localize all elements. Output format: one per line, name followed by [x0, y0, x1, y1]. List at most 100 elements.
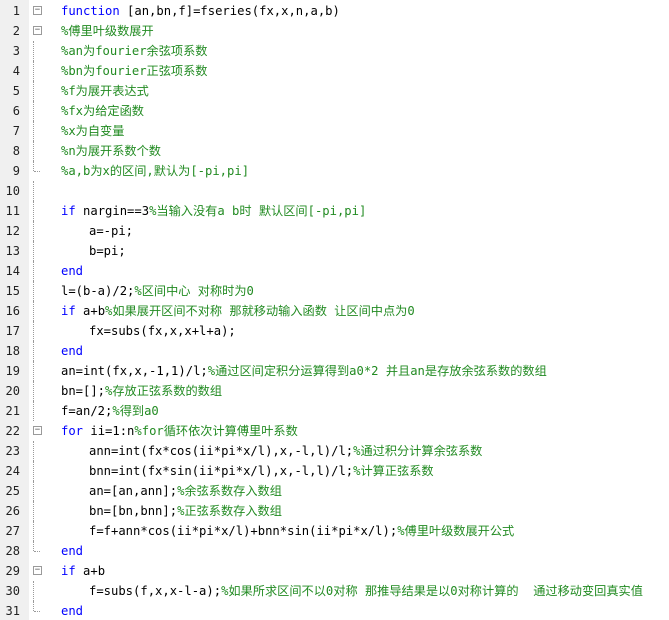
- line-number: 22: [5, 424, 20, 438]
- code-line[interactable]: 28 end: [0, 541, 669, 561]
- code-text[interactable]: l=(b-a)/2;%区间中心 对称时为0: [61, 281, 254, 301]
- code-text[interactable]: bn=[bn,bnn];%正弦系数存入数组: [89, 501, 282, 521]
- code-token: ii=1:n: [83, 424, 135, 438]
- fold-guide-line: [33, 441, 35, 461]
- fold-guide-line: [33, 121, 35, 141]
- code-text[interactable]: %x为自变量: [61, 121, 124, 141]
- fold-guide-line: [33, 501, 35, 521]
- code-line[interactable]: 15 l=(b-a)/2;%区间中心 对称时为0: [0, 281, 669, 301]
- code-line[interactable]: 18 end: [0, 341, 669, 361]
- keyword-token: if: [61, 204, 76, 218]
- keyword-token: end: [61, 264, 84, 278]
- code-line[interactable]: 6 %fx为给定函数: [0, 101, 669, 121]
- fold-end-tick: [34, 611, 40, 613]
- code-text[interactable]: end: [61, 261, 83, 281]
- code-text[interactable]: if nargin==3%当输入没有a b时 默认区间[-pi,pi]: [61, 201, 366, 221]
- code-line[interactable]: 31 end: [0, 601, 669, 620]
- comment-token: %for循环依次计算傅里叶系数: [134, 424, 298, 438]
- fold-collapse-icon[interactable]: −: [33, 566, 42, 575]
- code-line[interactable]: 19 an=int(fx,x,-1,1)/l;%通过区间定积分运算得到a0*2 并…: [0, 361, 669, 381]
- code-line[interactable]: 26 bn=[bn,bnn];%正弦系数存入数组: [0, 501, 669, 521]
- code-text[interactable]: %f为展开表达式: [61, 81, 149, 101]
- code-text[interactable]: a=-pi;: [89, 221, 133, 241]
- code-text[interactable]: %an为fourier余弦项系数: [61, 41, 208, 61]
- line-number: 2: [12, 24, 20, 38]
- fold-guide-line: [33, 361, 35, 381]
- code-line[interactable]: 1 − function [an,bn,f]=fseries(fx,x,n,a,b): [0, 1, 669, 21]
- fold-end-tick: [34, 551, 40, 553]
- code-text[interactable]: end: [61, 541, 83, 561]
- code-text[interactable]: b=pi;: [89, 241, 126, 261]
- code-line[interactable]: 24 bnn=int(fx*sin(ii*pi*x/l),x,-l,l)/l;%计…: [0, 461, 669, 481]
- code-text[interactable]: ann=int(fx*cos(ii*pi*x/l),x,-l,l)/l;%通过积…: [89, 441, 482, 461]
- code-text[interactable]: fx=subs(fx,x,x+l+a);: [89, 321, 236, 341]
- fold-collapse-icon[interactable]: −: [33, 6, 42, 15]
- code-text[interactable]: an=int(fx,x,-1,1)/l;%通过区间定积分运算得到a0*2 并且a…: [61, 361, 547, 381]
- code-text[interactable]: if a+b: [61, 561, 105, 581]
- code-text[interactable]: %n为展开系数个数: [61, 141, 161, 161]
- code-text[interactable]: f=f+ann*cos(ii*pi*x/l)+bnn*sin(ii*pi*x/l…: [89, 521, 514, 541]
- fold-guide-line: [33, 481, 35, 501]
- keyword-token: for: [61, 424, 84, 438]
- code-line[interactable]: 4 %bn为fourier正弦项系数: [0, 61, 669, 81]
- code-text[interactable]: function [an,bn,f]=fseries(fx,x,n,a,b): [61, 1, 340, 21]
- line-number: 30: [5, 584, 20, 598]
- fold-collapse-icon[interactable]: −: [33, 26, 42, 35]
- code-text[interactable]: %傅里叶级数展开: [61, 21, 154, 41]
- code-token: b=pi;: [89, 244, 126, 258]
- code-text[interactable]: for ii=1:n%for循环依次计算傅里叶系数: [61, 421, 298, 441]
- code-text[interactable]: an=[an,ann];%余弦系数存入数组: [89, 481, 282, 501]
- code-editor[interactable]: 1 − function [an,bn,f]=fseries(fx,x,n,a,b)…: [0, 0, 669, 620]
- code-text[interactable]: f=subs(f,x,x-l-a);%如果所求区间不以0对称 那推导结果是以0对…: [89, 581, 643, 601]
- fold-guide-line: [33, 401, 35, 421]
- fold-guide-line: [33, 281, 35, 301]
- code-token: fx=subs(fx,x,x+l+a);: [89, 324, 236, 338]
- code-text[interactable]: end: [61, 341, 83, 361]
- code-line[interactable]: 16 if a+b%如果展开区间不对称 那就移动输入函数 让区间中点为0: [0, 301, 669, 321]
- comment-token: %得到a0: [112, 404, 159, 418]
- code-line[interactable]: 13 b=pi;: [0, 241, 669, 261]
- code-line[interactable]: 23 ann=int(fx*cos(ii*pi*x/l),x,-l,l)/l;%通…: [0, 441, 669, 461]
- code-line[interactable]: 7 %x为自变量: [0, 121, 669, 141]
- code-line[interactable]: 9 %a,b为x的区间,默认为[-pi,pi]: [0, 161, 669, 181]
- comment-token: %余弦系数存入数组: [177, 484, 282, 498]
- code-line[interactable]: 21 f=an/2;%得到a0: [0, 401, 669, 421]
- code-line[interactable]: 29 − if a+b: [0, 561, 669, 581]
- fold-guide-line: [33, 321, 35, 341]
- code-text[interactable]: bn=[];%存放正弦系数的数组: [61, 381, 222, 401]
- comment-token: %通过区间定积分运算得到a0*2 并且an是存放余弦系数的数组: [207, 364, 547, 378]
- code-line[interactable]: 5 %f为展开表达式: [0, 81, 669, 101]
- code-text[interactable]: %fx为给定函数: [61, 101, 144, 121]
- code-line[interactable]: 17 fx=subs(fx,x,x+l+a);: [0, 321, 669, 341]
- line-number: 5: [12, 84, 20, 98]
- code-text[interactable]: %bn为fourier正弦项系数: [61, 61, 208, 81]
- code-line[interactable]: 20 bn=[];%存放正弦系数的数组: [0, 381, 669, 401]
- line-number: 24: [5, 464, 20, 478]
- code-line[interactable]: 14 end: [0, 261, 669, 281]
- code-line[interactable]: 8 %n为展开系数个数: [0, 141, 669, 161]
- line-number: 12: [5, 224, 20, 238]
- line-number: 4: [12, 64, 20, 78]
- code-text[interactable]: bnn=int(fx*sin(ii*pi*x/l),x,-l,l)/l;%计算正…: [89, 461, 434, 481]
- code-line[interactable]: 27 f=f+ann*cos(ii*pi*x/l)+bnn*sin(ii*pi*x…: [0, 521, 669, 541]
- code-line[interactable]: 11 if nargin==3%当输入没有a b时 默认区间[-pi,pi]: [0, 201, 669, 221]
- fold-end-tick: [34, 171, 40, 173]
- fold-collapse-icon[interactable]: −: [33, 426, 42, 435]
- code-line[interactable]: 25 an=[an,ann];%余弦系数存入数组: [0, 481, 669, 501]
- line-number: 27: [5, 524, 20, 538]
- fold-guide-line: [33, 81, 35, 101]
- code-text[interactable]: end: [61, 601, 83, 620]
- line-number: 31: [5, 604, 20, 618]
- code-line[interactable]: 30 f=subs(f,x,x-l-a);%如果所求区间不以0对称 那推导结果是以…: [0, 581, 669, 601]
- code-line[interactable]: 10: [0, 181, 669, 201]
- code-text[interactable]: f=an/2;%得到a0: [61, 401, 159, 421]
- code-line[interactable]: 22 − for ii=1:n%for循环依次计算傅里叶系数: [0, 421, 669, 441]
- comment-token: %计算正弦系数: [353, 464, 434, 478]
- comment-token: %通过积分计算余弦系数: [353, 444, 483, 458]
- code-line[interactable]: 12 a=-pi;: [0, 221, 669, 241]
- code-text[interactable]: %a,b为x的区间,默认为[-pi,pi]: [61, 161, 249, 181]
- line-number: 16: [5, 304, 20, 318]
- code-line[interactable]: 3 %an为fourier余弦项系数: [0, 41, 669, 61]
- code-text[interactable]: if a+b%如果展开区间不对称 那就移动输入函数 让区间中点为0: [61, 301, 415, 321]
- code-line[interactable]: 2 − %傅里叶级数展开: [0, 21, 669, 41]
